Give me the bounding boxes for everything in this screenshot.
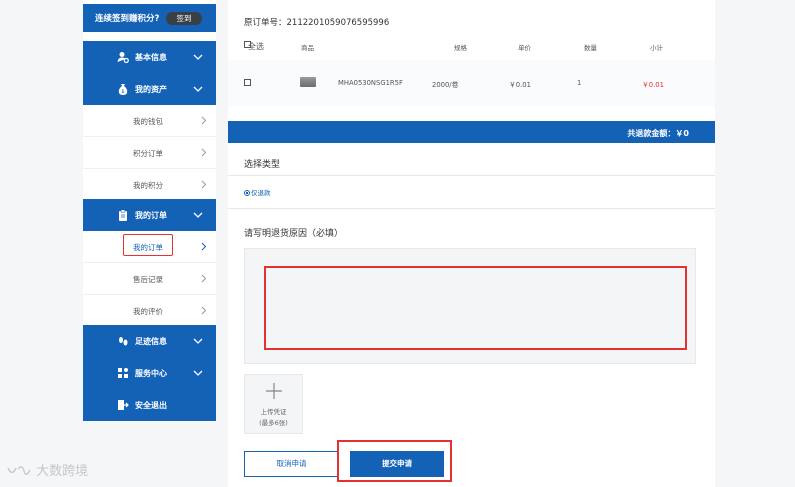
select-all-control[interactable]: 全选 — [244, 41, 264, 52]
reason-textarea-container — [244, 248, 696, 364]
sidebar-group-assets[interactable]: $ 我的资产 — [83, 73, 216, 105]
sidebar-item-label: 我的钱包 — [133, 117, 163, 126]
header-unit-price: 单价 — [518, 44, 531, 52]
sidebar-item-wallet[interactable]: 我的钱包 — [83, 105, 216, 137]
chevron-right-icon — [201, 180, 207, 189]
signin-banner: 连续签到赚积分? 签到 — [83, 4, 216, 32]
chevron-down-icon — [193, 212, 203, 218]
select-all-checkbox[interactable] — [244, 41, 251, 48]
footprint-icon — [119, 337, 128, 346]
sidebar-group-logout-label: 安全退出 — [135, 401, 167, 410]
type-option-refund-only[interactable]: 仅退款 — [244, 187, 271, 197]
plus-icon — [266, 383, 282, 399]
sidebar-item-label: 售后记录 — [133, 275, 163, 284]
sidebar-item-after-sales[interactable]: 售后记录 — [83, 263, 216, 295]
type-section-title: 选择类型 — [244, 160, 281, 170]
reason-section-title: 请写明退货原因（必填） — [244, 229, 344, 239]
upload-label: 上传凭证 — [260, 408, 287, 416]
divider — [228, 175, 715, 176]
sidebar-item-my-points[interactable]: 我的积分 — [83, 169, 216, 201]
refund-total-bar: 共退款金额：￥0 — [228, 121, 715, 143]
chevron-right-icon — [201, 306, 207, 315]
radio-selected-icon[interactable] — [244, 190, 250, 196]
product-qty: 1 — [577, 79, 582, 87]
sidebar-group-basic[interactable]: 基本信息 — [83, 41, 216, 73]
divider — [228, 208, 715, 209]
row-checkbox[interactable] — [244, 79, 251, 86]
sidebar: 连续签到赚积分? 签到 基本信息 $ 我的资产 我的钱包 积分订单 我的积分 我… — [83, 0, 216, 422]
sidebar-item-label: 我的评价 — [133, 307, 163, 316]
sidebar-item-reviews[interactable]: 我的评价 — [83, 295, 216, 327]
chevron-right-icon — [201, 116, 207, 125]
money-bag-icon: $ — [118, 84, 128, 95]
original-order-number: 原订单号：2112201059076595996 — [244, 18, 390, 28]
sidebar-item-label: 我的积分 — [133, 181, 163, 190]
cancel-application-button[interactable]: 取消申请 — [244, 451, 339, 477]
refund-total: 共退款金额：￥0 — [627, 129, 689, 138]
header-subtotal: 小计 — [650, 44, 663, 52]
type-option-label: 仅退款 — [251, 189, 271, 197]
sidebar-group-service[interactable]: 服务中心 — [83, 357, 216, 389]
sidebar-group-footprint[interactable]: 足迹信息 — [83, 325, 216, 357]
watermark-logo-icon — [7, 465, 31, 475]
logout-icon — [118, 400, 129, 410]
product-model[interactable]: MHA0530NSG1R5F — [338, 79, 403, 87]
grid-apps-icon — [118, 368, 128, 378]
header-qty: 数量 — [584, 44, 597, 52]
header-product: 商品 — [301, 44, 314, 52]
signin-text: 连续签到赚积分? — [95, 14, 160, 24]
sidebar-item-label: 积分订单 — [133, 149, 163, 158]
upload-evidence-button[interactable]: 上传凭证 (最多6张) — [244, 374, 303, 434]
product-unit-price: ￥0.01 — [509, 81, 531, 89]
chevron-down-icon — [193, 338, 203, 344]
sidebar-group-orders[interactable]: 我的订单 — [83, 199, 216, 231]
sidebar-item-my-orders[interactable]: 我的订单 — [83, 231, 216, 263]
sidebar-group-footprint-label: 足迹信息 — [135, 337, 167, 346]
product-subtotal: ￥0.01 — [642, 81, 664, 89]
sidebar-group-service-label: 服务中心 — [135, 369, 167, 378]
sidebar-group-basic-label: 基本信息 — [135, 53, 167, 62]
table-row: MHA0530NSG1R5F 2000/卷 ￥0.01 1 ￥0.01 — [228, 60, 715, 106]
svg-text:$: $ — [121, 89, 124, 95]
reason-textarea[interactable] — [245, 249, 695, 363]
table-header: 全选 商品 规格 单价 数量 小计 — [228, 34, 715, 56]
sidebar-group-orders-label: 我的订单 — [135, 211, 167, 220]
chevron-right-icon — [201, 148, 207, 157]
chevron-down-icon — [193, 54, 203, 60]
product-thumbnail — [300, 77, 316, 87]
watermark-text: 大数跨境 — [36, 464, 89, 479]
chevron-right-icon — [201, 274, 207, 283]
product-spec: 2000/卷 — [432, 81, 459, 89]
chevron-down-icon — [193, 370, 203, 376]
chevron-down-icon — [193, 86, 203, 92]
header-spec: 规格 — [454, 44, 467, 52]
chevron-right-icon — [201, 242, 207, 251]
sidebar-item-label: 我的订单 — [133, 243, 163, 252]
main-panel: 原订单号：2112201059076595996 全选 商品 规格 单价 数量 … — [228, 0, 715, 487]
sidebar-item-points-orders[interactable]: 积分订单 — [83, 137, 216, 169]
sidebar-group-assets-label: 我的资产 — [135, 85, 167, 94]
watermark: 大数跨境 — [6, 460, 88, 479]
upload-limit: (最多6张) — [259, 419, 288, 427]
signin-button[interactable]: 签到 — [166, 12, 202, 25]
sidebar-group-logout[interactable]: 安全退出 — [83, 389, 216, 421]
submit-application-button[interactable]: 提交申请 — [350, 451, 444, 477]
clipboard-icon — [119, 209, 127, 221]
user-settings-icon — [117, 52, 129, 63]
